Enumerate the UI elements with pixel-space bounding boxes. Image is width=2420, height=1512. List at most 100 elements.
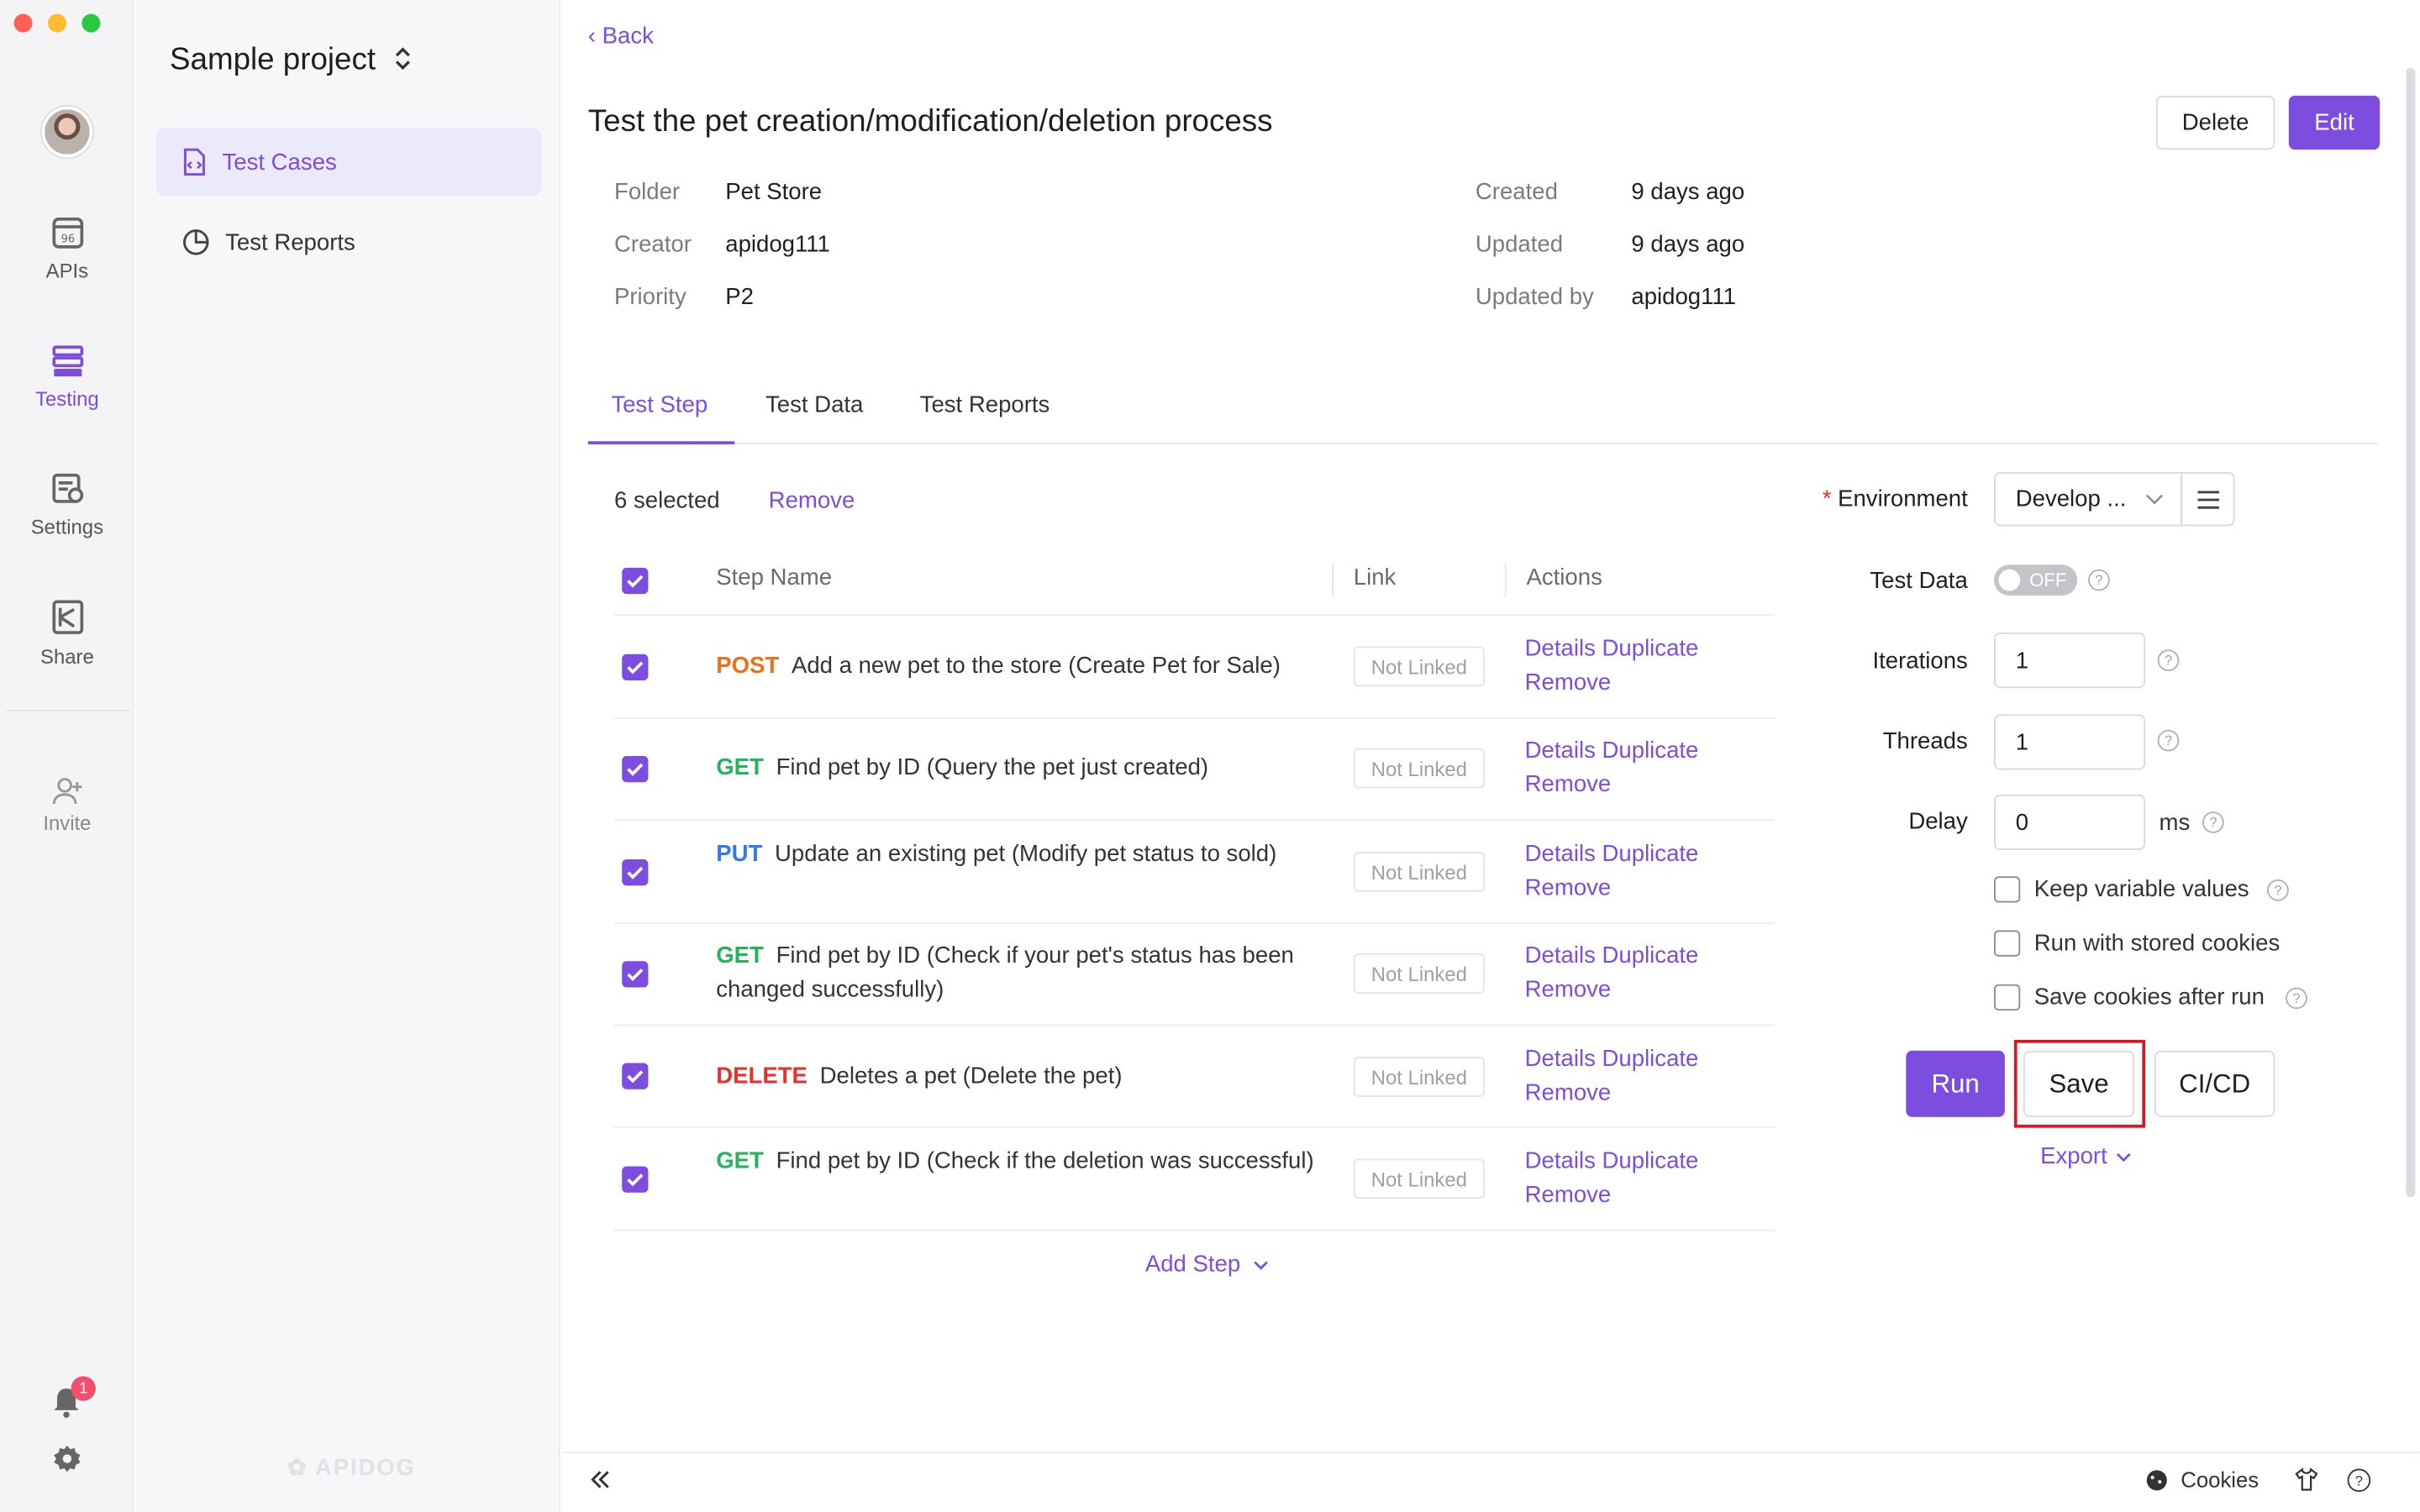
delay-unit: ms: [2159, 810, 2191, 837]
help-icon[interactable]: ?: [2088, 569, 2110, 591]
http-method: DELETE: [716, 1063, 808, 1089]
help-icon[interactable]: ?: [2267, 879, 2289, 901]
rail-item-label: Share: [40, 644, 94, 669]
tab-test-data[interactable]: Test Data: [765, 392, 863, 418]
delete-button[interactable]: Delete: [2155, 95, 2275, 150]
test-data-label: Test Data: [1870, 567, 1968, 595]
rail-item-invite[interactable]: Invite: [0, 778, 134, 835]
help-icon[interactable]: ?: [2202, 811, 2224, 833]
delay-input[interactable]: 0: [1994, 794, 2146, 851]
save-cookies-after-run-checkbox[interactable]: [1994, 984, 2021, 1011]
cookie-icon: [2146, 1469, 2167, 1490]
help-icon[interactable]: ?: [2286, 987, 2307, 1010]
keep-variable-values-checkbox[interactable]: [1994, 876, 2021, 903]
share-icon: [51, 600, 83, 634]
row-actions[interactable]: Details Duplicate Remove: [1525, 1145, 1757, 1213]
help-center-button[interactable]: ?: [2347, 1468, 2371, 1493]
export-dropdown[interactable]: Export: [2040, 1143, 2132, 1169]
select-all-checkbox[interactable]: [622, 567, 649, 595]
sidebar-item-test-cases[interactable]: Test Cases: [155, 128, 542, 197]
tab-test-reports[interactable]: Test Reports: [920, 392, 1050, 418]
tab-test-step[interactable]: Test Step: [611, 392, 708, 418]
step-name[interactable]: GET Find pet by ID (Check if your pet's s…: [716, 940, 1318, 1008]
row-actions[interactable]: Details Duplicate Remove: [1525, 633, 1757, 701]
close-window-button[interactable]: [13, 13, 33, 33]
link-status-badge: Not Linked: [1353, 953, 1485, 994]
meta-label: Updated by: [1475, 283, 1594, 311]
option-label: Keep variable values: [2033, 876, 2249, 903]
threads-input[interactable]: 1: [1994, 714, 2146, 770]
updated-by-value: apidog111: [1631, 283, 1737, 311]
row-actions[interactable]: Details Duplicate Remove: [1525, 734, 1757, 802]
row-actions[interactable]: Details Duplicate Remove: [1525, 837, 1757, 906]
maximize-window-button[interactable]: [82, 13, 101, 33]
row-checkbox[interactable]: [622, 961, 649, 988]
page-title: Test the pet creation/modification/delet…: [587, 104, 1273, 139]
test-data-toggle[interactable]: OFF: [1994, 564, 2078, 596]
http-method: GET: [716, 754, 764, 781]
run-with-stored-cookies-checkbox[interactable]: [1994, 930, 2021, 957]
row-checkbox[interactable]: [622, 859, 649, 886]
sidebar-item-test-reports[interactable]: Test Reports: [156, 208, 542, 276]
rail-item-apis[interactable]: 96 APIs: [0, 216, 134, 282]
remove-selected-link[interactable]: Remove: [769, 487, 855, 513]
step-name[interactable]: POST Add a new pet to the store (Create P…: [716, 649, 1318, 683]
column-header-link: Link: [1353, 564, 1397, 591]
minimize-window-button[interactable]: [47, 13, 66, 33]
save-button[interactable]: Save: [2023, 1050, 2135, 1117]
gear-icon: [54, 1445, 81, 1473]
row-actions[interactable]: Details Duplicate Remove: [1525, 940, 1757, 1008]
rail-item-share[interactable]: Share: [0, 599, 134, 669]
avatar[interactable]: [41, 106, 93, 158]
row-checkbox[interactable]: [622, 1063, 649, 1089]
chevron-left-icon: ‹: [587, 23, 602, 50]
back-link[interactable]: ‹ Back: [588, 24, 654, 50]
chevron-updown-icon: [395, 47, 410, 71]
help-icon[interactable]: ?: [2157, 729, 2180, 752]
step-name[interactable]: PUT Update an existing pet (Modify pet st…: [716, 837, 1318, 871]
menu-icon: [2197, 490, 2220, 508]
apidog-logo: ✿ APIDOG: [287, 1455, 416, 1482]
double-chevron-left-icon: [591, 1471, 609, 1488]
row-checkbox[interactable]: [622, 1166, 649, 1193]
help-icon[interactable]: ?: [2157, 649, 2180, 671]
scrollbar[interactable]: [2406, 67, 2416, 1198]
check-icon: [627, 575, 644, 588]
environment-select[interactable]: Develop ...: [1994, 472, 2183, 527]
add-step-button[interactable]: Add Step: [1145, 1252, 1269, 1278]
chevron-down-icon: [2145, 493, 2163, 504]
column-header-step: Step Name: [716, 564, 833, 591]
meta-label: Updated: [1475, 231, 1564, 258]
rail-item-settings[interactable]: Settings: [0, 472, 134, 538]
check-icon: [627, 866, 644, 879]
run-button[interactable]: Run: [1906, 1050, 2005, 1117]
threads-label: Threads: [1882, 727, 1968, 755]
preferences-button[interactable]: [52, 1444, 82, 1481]
chevron-down-icon: [2117, 1152, 2132, 1163]
environment-manage-button[interactable]: [2181, 472, 2235, 527]
edit-button[interactable]: Edit: [2288, 95, 2381, 150]
row-checkbox[interactable]: [622, 755, 649, 783]
check-icon: [627, 763, 644, 776]
rail-item-testing[interactable]: Testing: [0, 344, 134, 411]
collapse-sidebar-button[interactable]: [590, 1469, 612, 1499]
cookies-button[interactable]: Cookies: [2145, 1467, 2259, 1492]
step-name[interactable]: GET Find pet by ID (Query the pet just cr…: [716, 751, 1318, 785]
step-name[interactable]: GET Find pet by ID (Check if the deletion…: [716, 1145, 1318, 1179]
delay-label: Delay: [1908, 808, 1968, 835]
selected-count: 6 selected: [614, 487, 720, 514]
step-name[interactable]: DELETE Deletes a pet (Delete the pet): [716, 1060, 1318, 1094]
link-status-badge: Not Linked: [1353, 748, 1485, 789]
option-label: Save cookies after run: [2033, 984, 2265, 1011]
cicd-button[interactable]: CI/CD: [2154, 1050, 2275, 1117]
tab-divider: [587, 443, 2379, 444]
row-actions[interactable]: Details Duplicate Remove: [1525, 1043, 1757, 1111]
http-method: POST: [716, 652, 780, 680]
shirt-icon-button[interactable]: [2295, 1467, 2318, 1500]
project-switcher[interactable]: Sample project: [170, 43, 412, 78]
row-checkbox[interactable]: [622, 654, 649, 680]
test-reports-icon: [183, 229, 209, 255]
created-value: 9 days ago: [1631, 179, 1745, 206]
rail-item-label: Invite: [43, 811, 92, 835]
iterations-input[interactable]: 1: [1994, 633, 2146, 689]
